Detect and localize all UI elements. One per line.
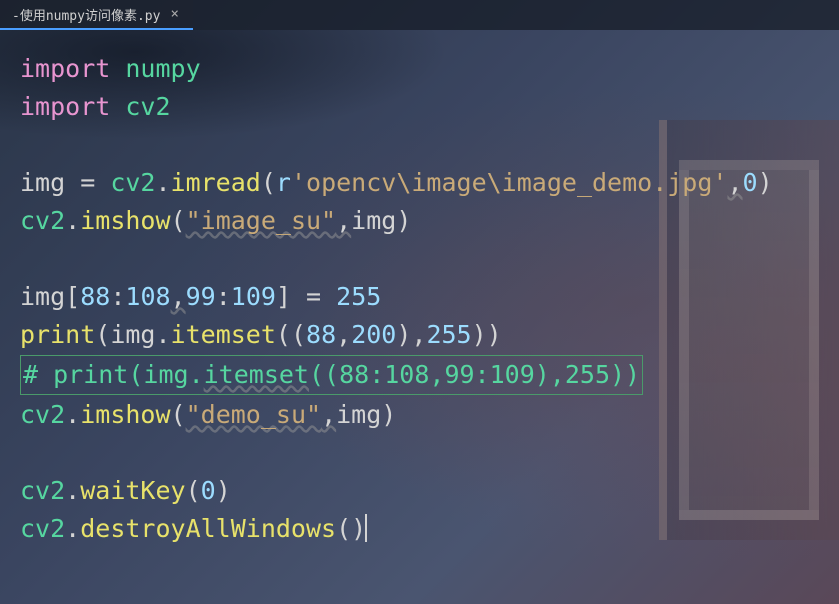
code-editor[interactable]: import numpy import cv2 img = cv2.imread… xyxy=(0,30,839,548)
close-icon[interactable]: × xyxy=(168,6,180,22)
code-line: cv2.imshow("demo_su",img) xyxy=(20,396,819,434)
file-tab[interactable]: -使用numpy访问像素.py × xyxy=(0,0,193,30)
selection-highlight: # print(img.itemset((88:108,99:109),255)… xyxy=(20,355,643,395)
code-line: img[88:108,99:109] = 255 xyxy=(20,278,819,316)
text-cursor xyxy=(365,514,367,542)
code-line: import cv2 xyxy=(20,88,819,126)
code-line: cv2.imshow("image_su",img) xyxy=(20,202,819,240)
code-line: print(img.itemset((88,200),255)) xyxy=(20,316,819,354)
tab-filename: -使用numpy访问像素.py xyxy=(12,5,160,24)
code-line xyxy=(20,434,819,472)
code-line: cv2.destroyAllWindows() xyxy=(20,510,819,548)
code-line: cv2.waitKey(0) xyxy=(20,472,819,510)
code-line: import numpy xyxy=(20,50,819,88)
tab-bar: -使用numpy访问像素.py × xyxy=(0,0,839,30)
code-line xyxy=(20,126,819,164)
code-line xyxy=(20,240,819,278)
code-line: img = cv2.imread(r'opencv\image\image_de… xyxy=(20,164,819,202)
code-line: # print(img.itemset((88:108,99:109),255)… xyxy=(20,354,819,396)
